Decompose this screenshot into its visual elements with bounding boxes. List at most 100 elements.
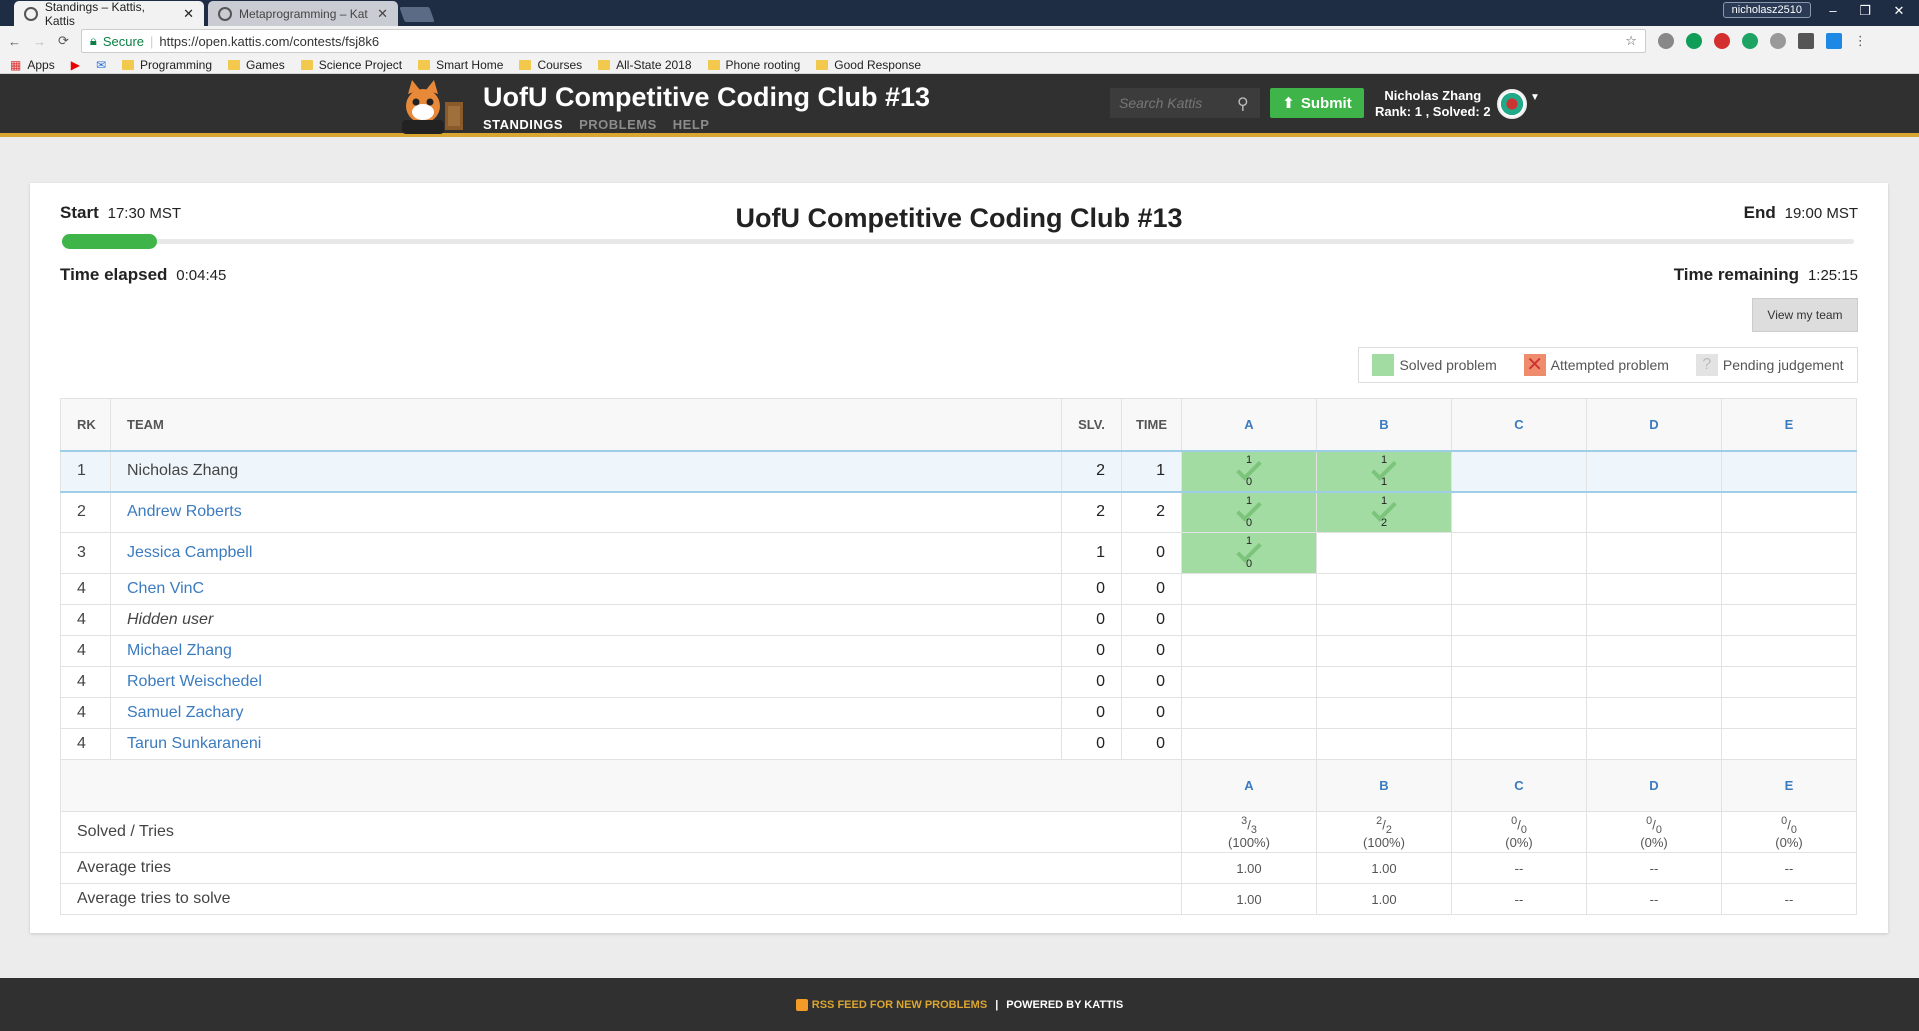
mail-icon[interactable] — [1797, 33, 1814, 49]
time-cell: 2 — [1121, 491, 1182, 533]
avg-tries-solve-b: 1.00 — [1316, 883, 1452, 915]
table-row: 2 Andrew Roberts 2 2 10 12 — [60, 491, 1857, 533]
bookmark-science-project[interactable]: Science Project — [300, 58, 402, 72]
close-tab-icon[interactable]: ✕ — [183, 6, 194, 22]
time-cell: 0 — [1121, 532, 1182, 574]
summary-col-b[interactable]: B — [1316, 759, 1452, 812]
col-problem-c[interactable]: C — [1451, 398, 1587, 451]
solved-cell: 2 — [1061, 449, 1122, 493]
avg-tries-label: Average tries — [60, 852, 1182, 884]
footer-separator: | — [995, 998, 999, 1011]
tab-metaprogramming[interactable]: Metaprogramming – Kat ✕ — [208, 1, 398, 26]
bookmark-star-icon[interactable]: ☆ — [1625, 33, 1637, 49]
avg-tries-b: 1.00 — [1316, 852, 1452, 884]
table-row: 4 Robert Weischedel 0 0 — [60, 666, 1857, 698]
team-link[interactable]: Samuel Zachary — [127, 704, 244, 721]
time-elapsed: Time elapsed 0:04:45 — [60, 265, 227, 284]
extension-icon[interactable] — [1769, 33, 1786, 49]
grammarly-icon[interactable] — [1685, 33, 1702, 49]
problem-cell-empty — [1181, 604, 1317, 636]
hangouts-icon[interactable] — [1741, 33, 1758, 49]
solved-tries-d: 0/0 (0%) — [1586, 811, 1722, 853]
problem-cell-empty — [1316, 728, 1452, 760]
solved-cell: 2 — [1061, 491, 1122, 533]
bookmark-phone-rooting[interactable]: Phone rooting — [707, 58, 800, 72]
nav-problems[interactable]: PROBLEMS — [579, 117, 657, 132]
folder-icon — [122, 59, 134, 70]
minimize-icon[interactable]: – — [1819, 0, 1847, 22]
problem-cell-solved: 12 — [1316, 491, 1452, 533]
rss-feed-link[interactable]: RSS FEED FOR NEW PROBLEMS — [795, 998, 987, 1011]
problem-cell-empty — [1181, 635, 1317, 667]
rank-cell: 1 — [60, 449, 111, 493]
summary-col-d[interactable]: D — [1586, 759, 1722, 812]
problem-cell-solved: 10 — [1181, 491, 1317, 533]
avatar[interactable] — [1497, 89, 1527, 119]
bookmark-youtube[interactable]: ▶ — [71, 58, 80, 72]
team-link[interactable]: Tarun Sunkaraneni — [127, 735, 261, 752]
bookmark-apps[interactable]: ▦ Apps — [10, 58, 55, 72]
url-bar[interactable]: 🔒︎ Secure | https://open.kattis.com/cont… — [80, 29, 1646, 53]
col-problem-b[interactable]: B — [1316, 398, 1452, 451]
reload-icon[interactable]: ⟳ — [58, 33, 69, 49]
maximize-icon[interactable]: ❐ — [1851, 0, 1879, 22]
folder-icon — [707, 59, 720, 70]
team-link[interactable]: Chen VinC — [127, 580, 204, 597]
powered-by-link[interactable]: POWERED BY KATTIS — [1006, 999, 1123, 1011]
bookmark-good-response[interactable]: Good Response — [816, 58, 921, 72]
new-tab-button[interactable] — [399, 7, 435, 22]
summary-col-e[interactable]: E — [1721, 759, 1857, 812]
site-title[interactable]: UofU Competitive Coding Club #13 — [483, 82, 930, 113]
view-my-team-button[interactable]: View my team — [1752, 298, 1858, 332]
search-icon[interactable]: ⚲ — [1237, 94, 1249, 114]
url-text[interactable]: https://open.kattis.com/contests/fsj8k6 — [159, 34, 379, 49]
col-problem-e[interactable]: E — [1721, 398, 1857, 451]
adblock-icon[interactable] — [1713, 33, 1730, 49]
problem-cell-empty — [1721, 697, 1857, 729]
profile-button[interactable]: nicholasz2510 — [1722, 2, 1811, 18]
bookmark-courses[interactable]: Courses — [519, 58, 582, 72]
problem-cell-empty — [1181, 666, 1317, 698]
secure-label: Secure — [102, 33, 145, 49]
close-tab-icon[interactable]: ✕ — [377, 6, 388, 22]
col-problem-d[interactable]: D — [1586, 398, 1722, 451]
bookmark-all-state[interactable]: All-State 2018 — [598, 58, 692, 72]
nav-standings[interactable]: STANDINGS — [483, 117, 563, 132]
submit-button[interactable]: ⬆ Submit — [1270, 88, 1364, 118]
site-header: UofU Competitive Coding Club #13 STANDIN… — [0, 74, 1919, 137]
team-link[interactable]: Jessica Campbell — [127, 544, 252, 561]
col-problem-a[interactable]: A — [1181, 398, 1317, 451]
cast-icon[interactable] — [1657, 33, 1674, 49]
menu-icon[interactable]: ⋮ — [1854, 33, 1867, 49]
forward-icon[interactable]: → — [33, 34, 46, 49]
back-icon[interactable]: ← — [8, 34, 21, 49]
bookmarks-bar: ▦ Apps ▶ ✉ Programming Games Science Proj… — [0, 56, 1919, 74]
translate-icon[interactable] — [1825, 33, 1842, 49]
team-link[interactable]: Michael Zhang — [127, 642, 232, 659]
nav-help[interactable]: HELP — [673, 117, 710, 132]
avg-tries-solve-d: -- — [1586, 883, 1722, 915]
problem-cell-empty — [1181, 697, 1317, 729]
bookmark-smart-home[interactable]: Smart Home — [418, 58, 503, 72]
bookmark-games[interactable]: Games — [228, 58, 285, 72]
solved-cell: 0 — [1061, 728, 1122, 760]
problem-cell-empty — [1586, 697, 1722, 729]
close-window-icon[interactable]: ✕ — [1885, 0, 1913, 22]
rank-cell: 4 — [60, 635, 111, 667]
rank-cell: 4 — [60, 728, 111, 760]
team-link[interactable]: Andrew Roberts — [127, 503, 242, 520]
avg-tries-solve-e: -- — [1721, 883, 1857, 915]
problem-cell-empty — [1586, 728, 1722, 760]
avg-tries-d: -- — [1586, 852, 1722, 884]
kattis-cat-logo-icon[interactable] — [390, 80, 470, 134]
problem-cell-empty — [1586, 604, 1722, 636]
summary-col-a[interactable]: A — [1181, 759, 1317, 812]
chevron-down-icon[interactable]: ▼ — [1530, 92, 1540, 103]
user-info[interactable]: Nicholas Zhang Rank: 1 , Solved: 2 — [1375, 88, 1491, 120]
bookmark-mail[interactable]: ✉ — [96, 58, 106, 72]
summary-col-c[interactable]: C — [1451, 759, 1587, 812]
bookmark-programming[interactable]: Programming — [122, 58, 212, 72]
team-link[interactable]: Robert Weischedel — [127, 673, 262, 690]
tab-standings[interactable]: Standings – Kattis, Kattis ✕ — [14, 0, 204, 28]
folder-icon — [300, 59, 313, 70]
